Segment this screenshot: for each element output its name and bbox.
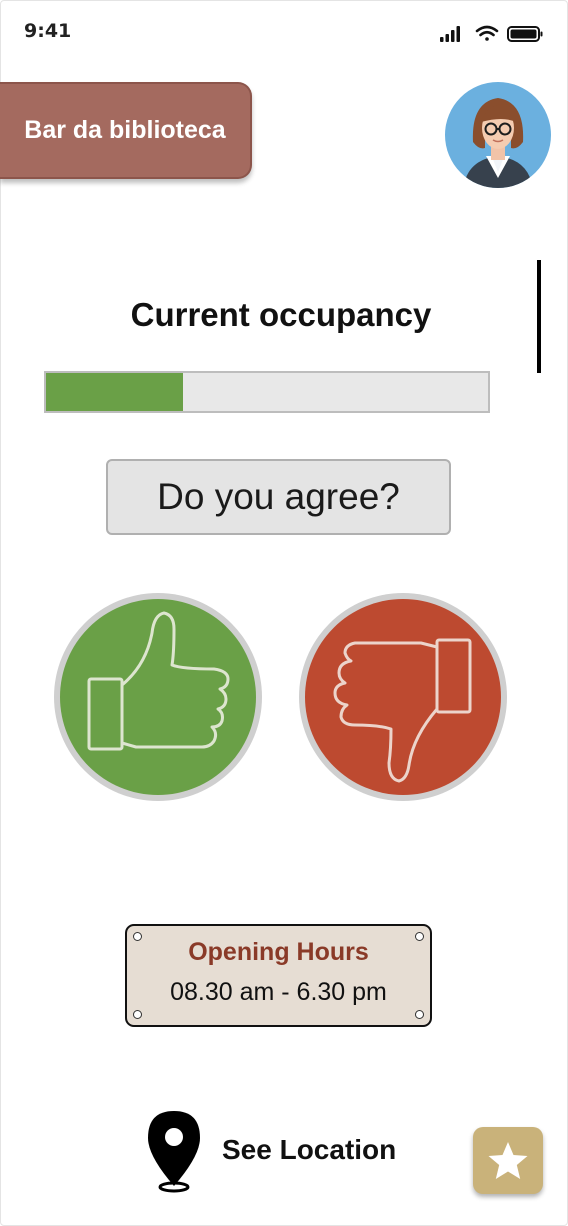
card-rivet bbox=[415, 1010, 424, 1019]
user-avatar[interactable] bbox=[445, 82, 551, 188]
card-rivet bbox=[133, 1010, 142, 1019]
occupancy-bar bbox=[44, 371, 490, 413]
status-time: 9:41 bbox=[24, 20, 72, 42]
opening-hours-value: 08.30 am - 6.30 pm bbox=[170, 978, 387, 1006]
see-location-link[interactable]: See Location bbox=[142, 1108, 412, 1193]
disagree-button[interactable] bbox=[295, 593, 513, 803]
opening-hours-title: Opening Hours bbox=[188, 938, 369, 966]
star-icon bbox=[488, 1141, 528, 1179]
status-icons bbox=[440, 25, 543, 42]
agree-button[interactable] bbox=[50, 593, 268, 803]
see-location-label: See Location bbox=[222, 1134, 397, 1165]
opening-hours-card: Opening Hours 08.30 am - 6.30 pm bbox=[125, 924, 432, 1027]
agree-question-button[interactable]: Do you agree? bbox=[106, 459, 451, 535]
occupancy-title: Current occupancy bbox=[130, 296, 432, 333]
wifi-icon bbox=[475, 25, 499, 41]
place-title-button[interactable]: Bar da biblioteca bbox=[0, 82, 252, 179]
favorite-button[interactable] bbox=[473, 1127, 543, 1194]
map-pin-icon bbox=[148, 1111, 200, 1193]
battery-icon bbox=[507, 26, 543, 42]
signal-icon bbox=[440, 26, 460, 42]
occupancy-bar-fill bbox=[46, 373, 184, 411]
